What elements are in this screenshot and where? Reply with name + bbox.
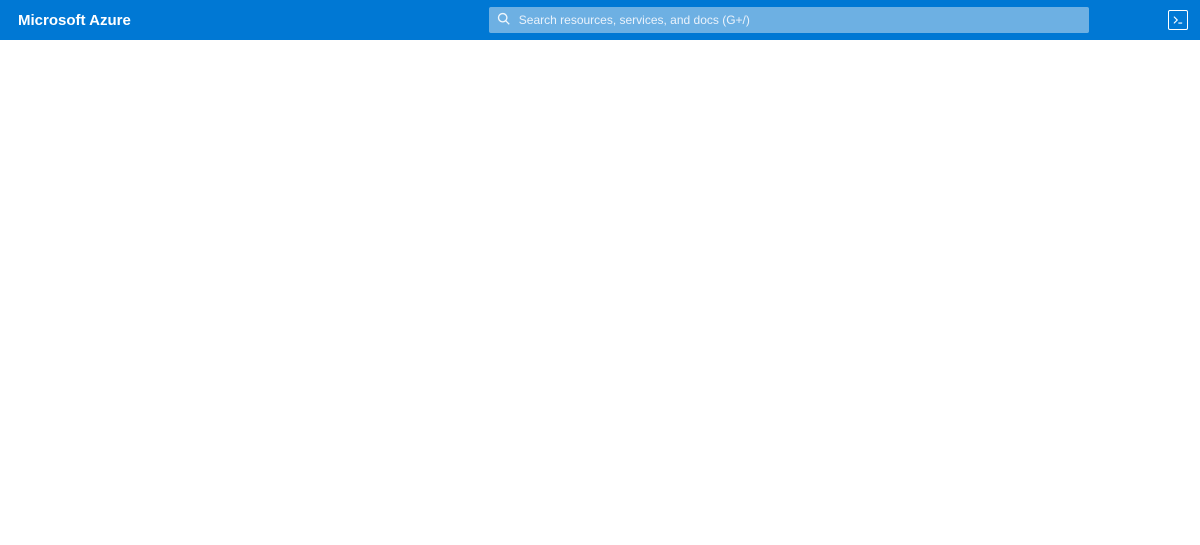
top-right <box>1168 10 1188 30</box>
top-bar: Microsoft Azure <box>0 0 1200 40</box>
cloud-shell-icon[interactable] <box>1168 10 1188 30</box>
global-search[interactable] <box>489 7 1089 33</box>
search-icon <box>497 12 519 29</box>
brand-label: Microsoft Azure <box>0 12 149 29</box>
global-search-input[interactable] <box>519 13 1081 27</box>
